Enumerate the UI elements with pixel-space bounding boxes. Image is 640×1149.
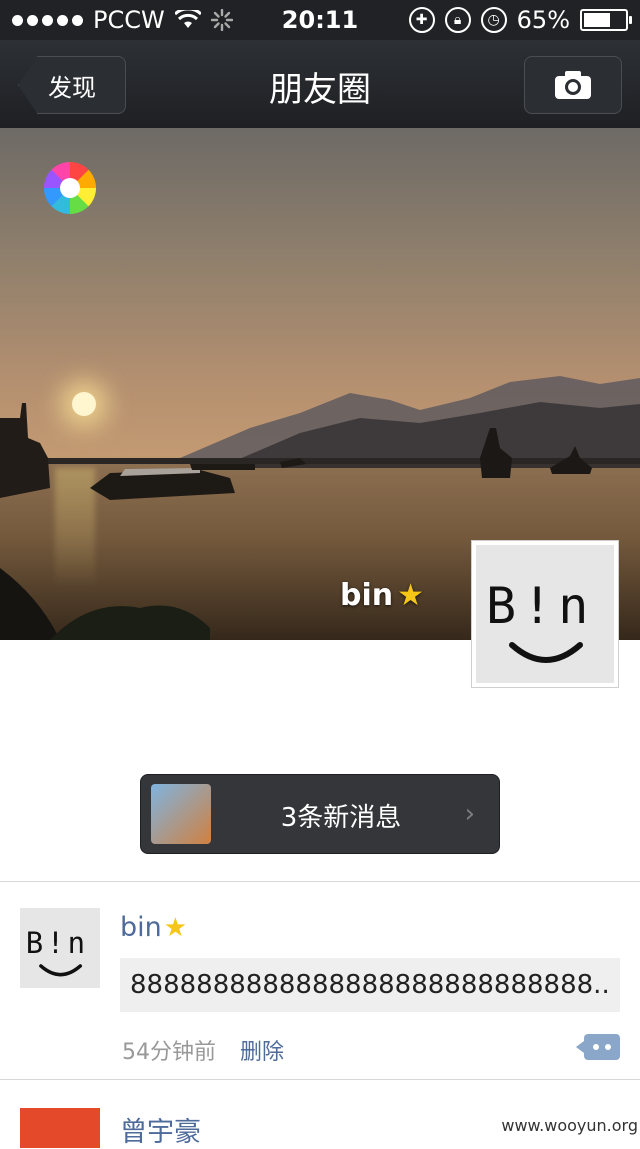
star-icon: ★ [397, 578, 425, 613]
location-icon: ✚ [408, 7, 435, 33]
new-messages-button[interactable]: 3条新消息 › [140, 774, 500, 854]
post-author-avatar[interactable] [20, 1108, 100, 1148]
navigation-bar: 发现 朋友圈 [0, 40, 640, 129]
camera-button[interactable] [524, 56, 622, 114]
star-icon: ★ [163, 912, 188, 943]
post-author-name-text: bin [120, 912, 162, 943]
post-author-name[interactable]: 曾宇豪 [120, 1110, 201, 1149]
cover-user-name[interactable]: bin ★ [340, 578, 424, 613]
camera-icon [555, 71, 591, 99]
message-sender-avatar [151, 784, 211, 844]
album-shutter-icon [44, 162, 96, 214]
post-timestamp: 54分钟前 [122, 1040, 216, 1065]
profile-avatar[interactable]: B!n [471, 540, 619, 688]
divider [0, 881, 640, 882]
new-messages-label: 3条新消息 [280, 803, 402, 833]
watermark: www.wooyun.org [501, 1116, 638, 1135]
comment-dot [605, 1044, 611, 1050]
avatar-text: B!n [486, 577, 594, 635]
cover-user-name-text: bin [340, 578, 394, 613]
battery-fill [584, 13, 610, 27]
comment-button[interactable] [576, 1034, 620, 1060]
alarm-icon: ◷ [480, 7, 507, 33]
battery-percent: 65% [516, 6, 570, 34]
post-author-avatar[interactable]: B!n [20, 908, 100, 988]
battery-icon [580, 9, 632, 31]
post-content[interactable]: 8888888888888888888888888888.. [120, 958, 620, 1012]
status-bar: PCCW 20:11 ✚ 🔒︎ ◷ 65% [0, 0, 640, 40]
rotation-lock-icon: 🔒︎ [444, 7, 471, 33]
avatar-text: B!n [26, 926, 89, 960]
delete-post-link[interactable]: 删除 [240, 1034, 284, 1066]
avatar-drawing: B!n [26, 926, 89, 977]
avatar-image: B!n [476, 545, 614, 683]
status-right: ✚ 🔒︎ ◷ 65% [408, 6, 632, 34]
avatar-drawing: B!n [486, 577, 594, 663]
post-author-name[interactable]: bin ★ [120, 912, 187, 943]
comment-dot [593, 1044, 599, 1050]
divider [0, 1079, 640, 1080]
chevron-right-icon: › [464, 799, 475, 829]
